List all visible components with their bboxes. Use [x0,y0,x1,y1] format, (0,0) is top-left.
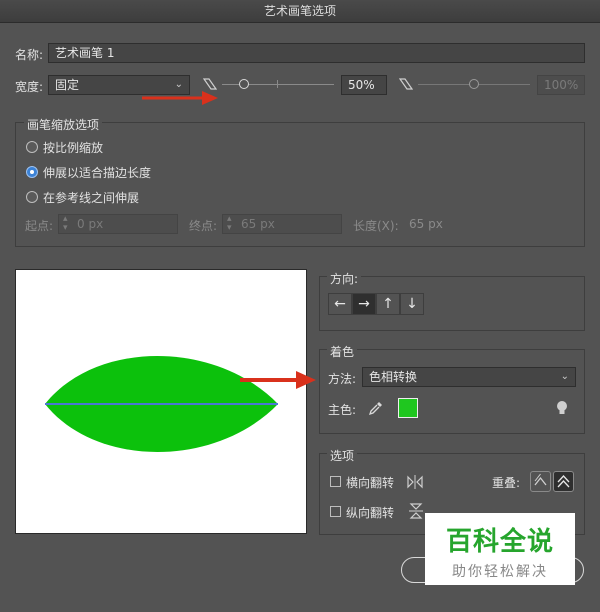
end-value: 65 px [241,217,275,231]
end-input: ▴ ▾ 65 px [222,214,342,234]
start-value: 0 px [77,217,104,231]
name-label: 名称: [15,48,44,62]
radio-stretch-fit[interactable] [26,166,38,178]
radio-between-guides-label[interactable]: 在参考线之间伸展 [43,189,139,206]
leaf-preview [45,356,278,452]
width-value-input[interactable]: 50% [341,75,387,95]
overlap-corner-icon [534,473,547,486]
radio-between-guides[interactable] [26,191,38,203]
flip-horizontal-icon [407,475,423,489]
method-select-value: 色相转换 [369,370,418,384]
width-select-value: 固定 [55,78,80,92]
options-title: 选项 [327,447,358,464]
width-slider-tick [277,80,278,88]
width-slider-knob[interactable] [239,79,250,89]
window-title: 艺术画笔选项 [0,0,600,23]
annotation-arrow [240,371,316,389]
watermark-subtitle: 助你轻松解决 [452,564,548,580]
radio-proportional[interactable] [26,141,38,153]
watermark: 百科全说 助你轻松解决 [425,513,575,585]
start-label: 起点: [25,219,54,233]
overlap-adjust-corner-button[interactable] [530,471,551,492]
flip-vertical-label[interactable]: 纵向翻转 [346,504,394,521]
end-label: 终点: [189,219,218,233]
annotation-arrow [142,91,218,105]
eyedropper-icon[interactable] [368,400,384,416]
overlap-label: 重叠: [492,476,521,490]
start-input: ▴ ▾ 0 px [58,214,178,234]
overlap-adjust-fold-button[interactable] [553,471,574,492]
method-label: 方法: [328,372,357,386]
radio-stretch-fit-label[interactable]: 伸展以适合描边长度 [43,164,151,181]
brush-scale-options-title: 画笔缩放选项 [24,116,103,133]
stepper-icon: ▴ ▾ [227,214,232,233]
key-color-swatch[interactable] [398,398,418,418]
direction-down-button[interactable]: ↓ [400,293,424,315]
method-select[interactable]: 色相转换 ⌄ [362,367,576,387]
direction-title: 方向: [327,270,362,287]
stepper-icon: ▴ ▾ [63,214,68,233]
colorization-title: 着色 [327,343,358,360]
variation-slider-knob[interactable] [469,79,479,89]
chevron-down-icon: ⌄ [560,371,569,382]
overlap-fold-icon [557,475,570,488]
length-value: 65 px [409,217,443,231]
name-input[interactable]: 艺术画笔 1 [48,43,585,63]
variation-value-input: 100% [537,75,585,95]
width-label: 宽度: [15,80,44,94]
length-label: 长度(X): [353,219,399,233]
lightbulb-icon[interactable] [556,400,568,416]
colorization-group [319,349,585,434]
pressure-max-icon [399,78,413,90]
flip-vertical-icon [409,503,423,519]
brush-preview [15,269,307,534]
radio-proportional-label[interactable]: 按比例缩放 [43,139,103,156]
flip-horizontal-checkbox[interactable] [330,476,341,487]
flip-horizontal-label[interactable]: 横向翻转 [346,474,394,491]
direction-up-button[interactable]: ↑ [376,293,400,315]
watermark-title: 百科全说 [445,527,554,557]
flip-vertical-checkbox[interactable] [330,506,341,517]
direction-left-button[interactable]: ← [328,293,352,315]
key-color-label: 主色: [328,403,357,417]
direction-right-button[interactable]: → [352,293,376,315]
